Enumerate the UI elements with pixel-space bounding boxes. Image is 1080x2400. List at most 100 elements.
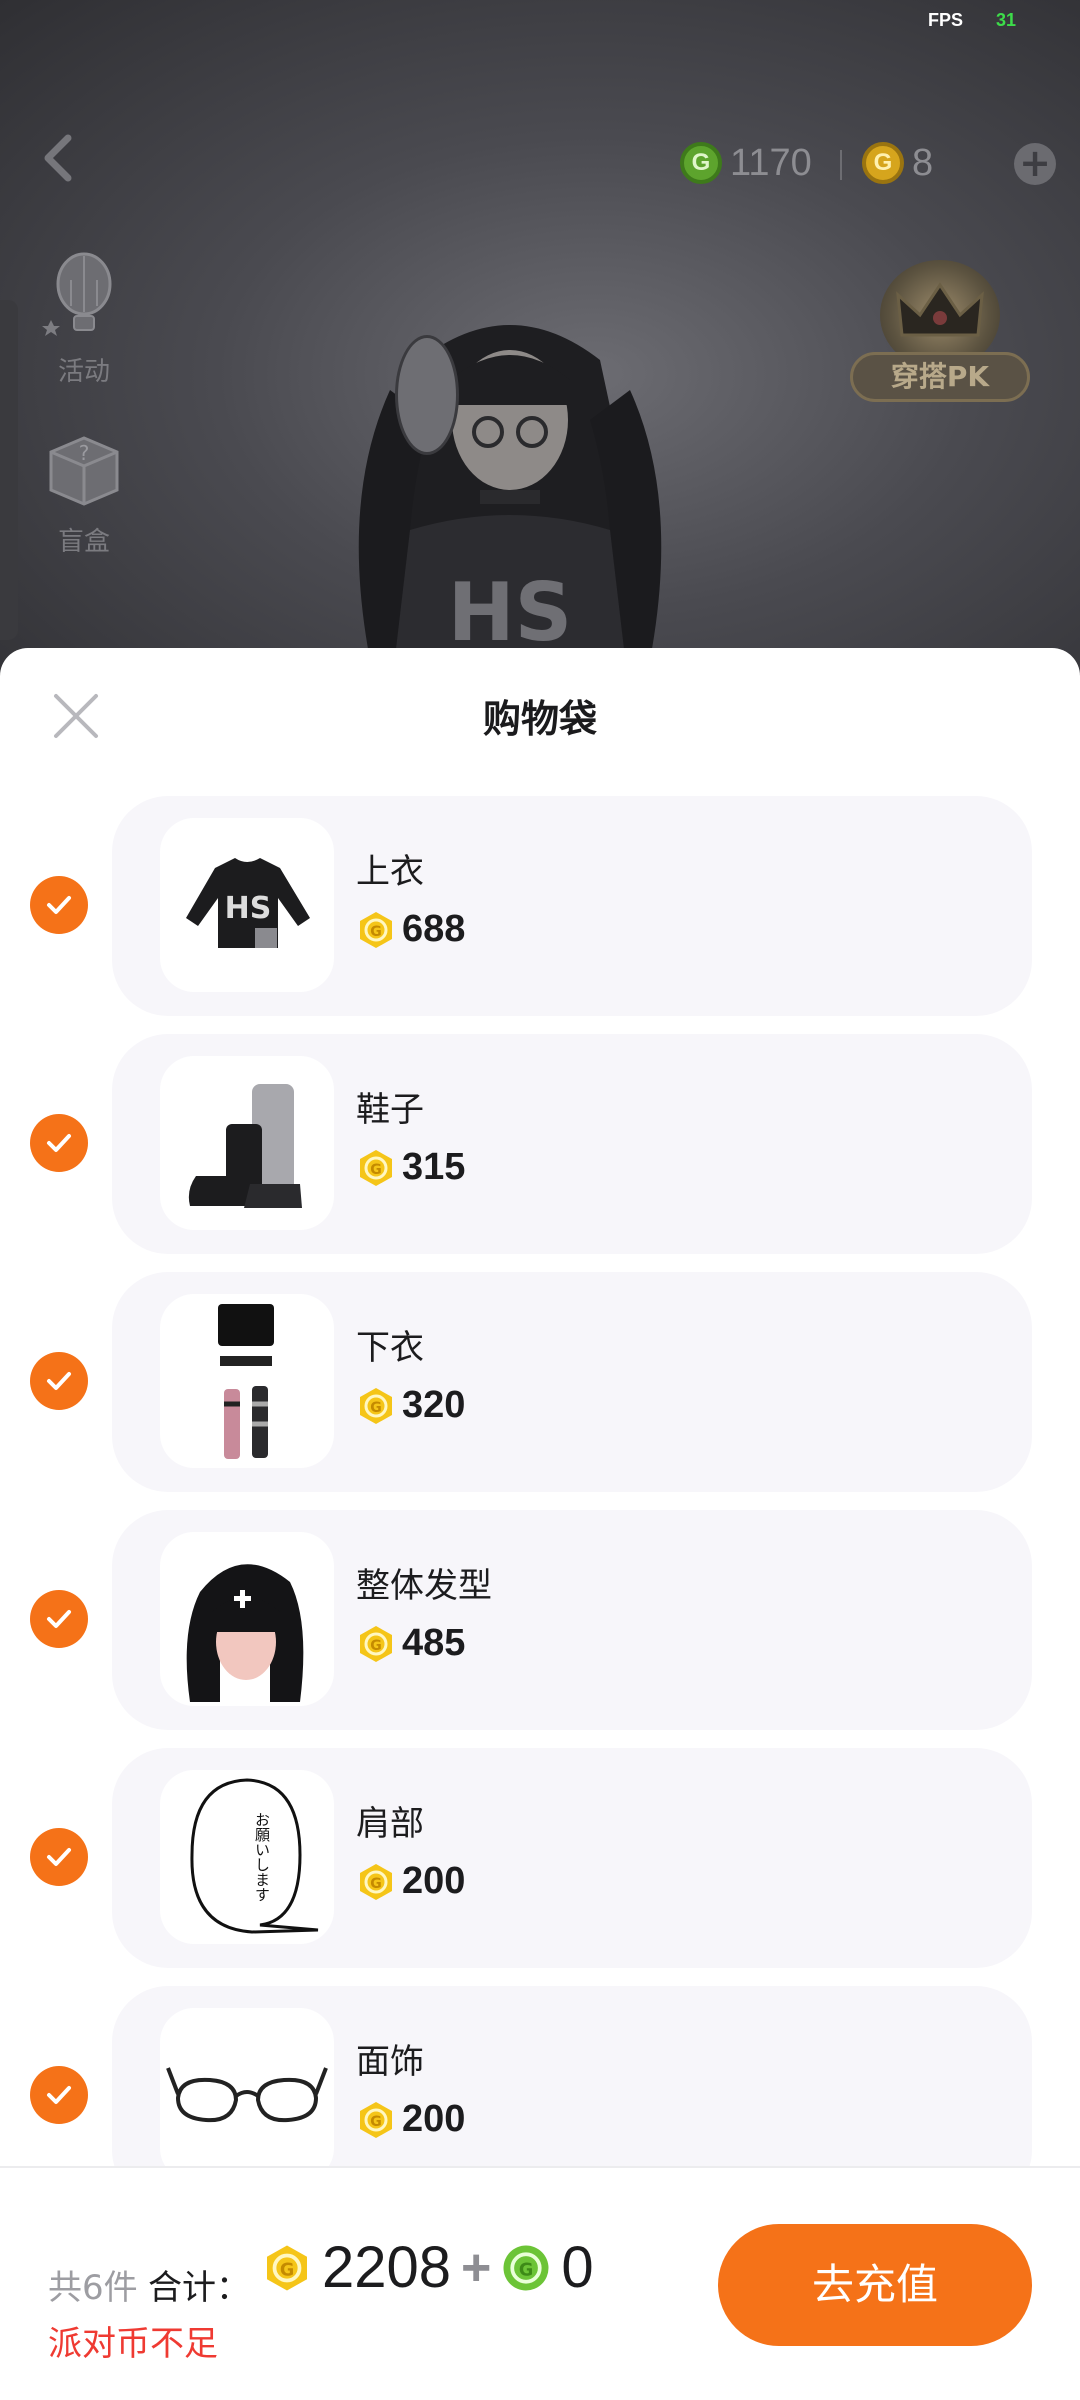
item-checkbox[interactable]: [30, 1114, 88, 1172]
cart-item[interactable]: HS 上衣 G 688: [0, 796, 1080, 1016]
gold-coin-icon: G: [862, 142, 904, 184]
gold-coin-icon: G: [360, 1625, 392, 1662]
item-checkbox[interactable]: [30, 2066, 88, 2124]
item-thumbnail: [160, 1294, 334, 1468]
hairstyle-image: [186, 1564, 304, 1702]
green-total-value: 0: [561, 2235, 594, 2300]
top-garment-image: HS: [186, 858, 310, 948]
cart-item[interactable]: お願いします 肩部 G 200: [0, 1748, 1080, 1968]
svg-text:?: ?: [79, 441, 90, 465]
speech-bubble-preview: [395, 335, 459, 455]
item-price-value: 485: [402, 1622, 466, 1664]
currency-divider: [840, 150, 842, 180]
item-thumbnail: [160, 2008, 334, 2182]
item-price-value: 320: [402, 1384, 466, 1426]
gold-total-value: 2208: [322, 2235, 452, 2300]
recharge-button[interactable]: 去充值: [718, 2224, 1032, 2346]
svg-text:G: G: [370, 1162, 382, 1178]
item-name: 上衣: [356, 852, 424, 892]
gold-coin-icon: G: [360, 911, 392, 948]
svg-text:G: G: [519, 2260, 533, 2280]
item-name: 肩部: [356, 1804, 424, 1844]
outfit-pk-label: 穿搭PK: [850, 352, 1030, 402]
green-coin-icon: G: [680, 142, 722, 184]
item-thumbnail: [160, 1056, 334, 1230]
cart-item[interactable]: 整体发型 G 485: [0, 1510, 1080, 1730]
item-price-value: 315: [402, 1146, 466, 1188]
side-drawer-handle[interactable]: [0, 300, 18, 640]
hot-air-balloon-icon: [42, 252, 112, 336]
glasses-image: [166, 2067, 328, 2123]
shopping-bag-sheet: 购物袋 HS 上衣 G 688 鞋子 G 315 下衣 G 320 整体发型 G…: [0, 648, 1080, 2400]
item-name: 下衣: [356, 1328, 424, 1368]
svg-text:G: G: [370, 2114, 382, 2130]
item-checkbox[interactable]: [30, 876, 88, 934]
item-card[interactable]: 下衣 G 320: [112, 1272, 1032, 1492]
checkmark-icon: [47, 2086, 71, 2104]
cart-item[interactable]: 鞋子 G 315: [0, 1034, 1080, 1254]
checkmark-icon: [47, 1134, 71, 1152]
svg-text:G: G: [280, 2260, 294, 2280]
item-price: G 320: [356, 1384, 465, 1427]
checkmark-icon: [47, 896, 71, 914]
shoes-image: [188, 1084, 302, 1208]
item-thumbnail: HS: [160, 818, 334, 992]
item-price: G 315: [356, 1146, 465, 1189]
sidebar-item-activity[interactable]: 活动: [34, 250, 134, 388]
plus-sign: +: [461, 2238, 492, 2297]
mystery-box-icon: ?: [49, 436, 119, 506]
item-card[interactable]: 整体发型 G 485: [112, 1510, 1032, 1730]
item-checkbox[interactable]: [30, 1352, 88, 1410]
gold-coin-icon: G: [360, 1149, 392, 1186]
item-card[interactable]: HS 上衣 G 688: [112, 796, 1032, 1016]
item-price-value: 688: [402, 908, 466, 950]
avatar-character: HS: [358, 325, 662, 680]
item-checkbox[interactable]: [30, 1828, 88, 1886]
item-price: G 200: [356, 2098, 465, 2141]
item-count: 共6件: [48, 2268, 138, 2308]
svg-text:G: G: [370, 1400, 382, 1416]
item-thumbnail: お願いします: [160, 1770, 334, 1944]
item-price: G 485: [356, 1622, 465, 1665]
gold-coin-icon: G: [360, 1387, 392, 1424]
svg-text:G: G: [370, 924, 382, 940]
item-thumbnail: [160, 1532, 334, 1706]
svg-text:HS: HS: [225, 891, 272, 926]
svg-text:G: G: [370, 1876, 382, 1892]
item-price: G 200: [356, 1860, 465, 1903]
total-label: 合计：: [148, 2268, 250, 2308]
item-checkbox[interactable]: [30, 1590, 88, 1648]
item-price: G 688: [356, 908, 465, 951]
outfit-pk-badge[interactable]: 穿搭PK: [850, 260, 1030, 410]
bottom-garment-image: [218, 1304, 274, 1459]
item-name: 面饰: [356, 2042, 424, 2082]
checkmark-icon: [47, 1372, 71, 1390]
item-name: 整体发型: [356, 1566, 492, 1606]
total-sum: G 2208 + G 0: [262, 2234, 594, 2301]
speech-bubble-text: お願いします: [253, 1812, 271, 1902]
sidebar-item-blindbox-label: 盲盒: [57, 527, 110, 557]
item-price-value: 200: [402, 1860, 466, 1902]
sidebar-item-blindbox[interactable]: ? 盲盒: [34, 420, 134, 558]
checkmark-icon: [47, 1610, 71, 1628]
item-name: 鞋子: [356, 1090, 424, 1130]
gold-coin-icon: G: [360, 2101, 392, 2138]
insufficient-balance-warning: 派对币不足: [48, 2324, 218, 2364]
green-coin-value: 1170: [730, 141, 812, 184]
fps-value: 31: [996, 10, 1017, 30]
fps-label: FPS: [928, 10, 964, 30]
item-card[interactable]: お願いします 肩部 G 200: [112, 1748, 1032, 1968]
svg-text:G: G: [370, 1638, 382, 1654]
add-currency-button[interactable]: +: [1014, 143, 1056, 185]
gold-coin-icon: G: [360, 1863, 392, 1900]
sheet-title: 购物袋: [482, 697, 597, 741]
item-card[interactable]: 鞋子 G 315: [112, 1034, 1032, 1254]
checkout-footer: 共6件 合计： G 2208 + G 0 派对币不足 去充值: [0, 2166, 1080, 2400]
svg-text:HS: HS: [448, 566, 573, 659]
checkmark-icon: [47, 1848, 71, 1866]
green-coin-balance: G 1170: [680, 140, 812, 186]
gold-coin-value: 8: [912, 141, 934, 184]
cart-item[interactable]: 下衣 G 320: [0, 1272, 1080, 1492]
green-coin-icon: G: [503, 2245, 549, 2290]
back-arrow-icon[interactable]: [30, 128, 90, 188]
